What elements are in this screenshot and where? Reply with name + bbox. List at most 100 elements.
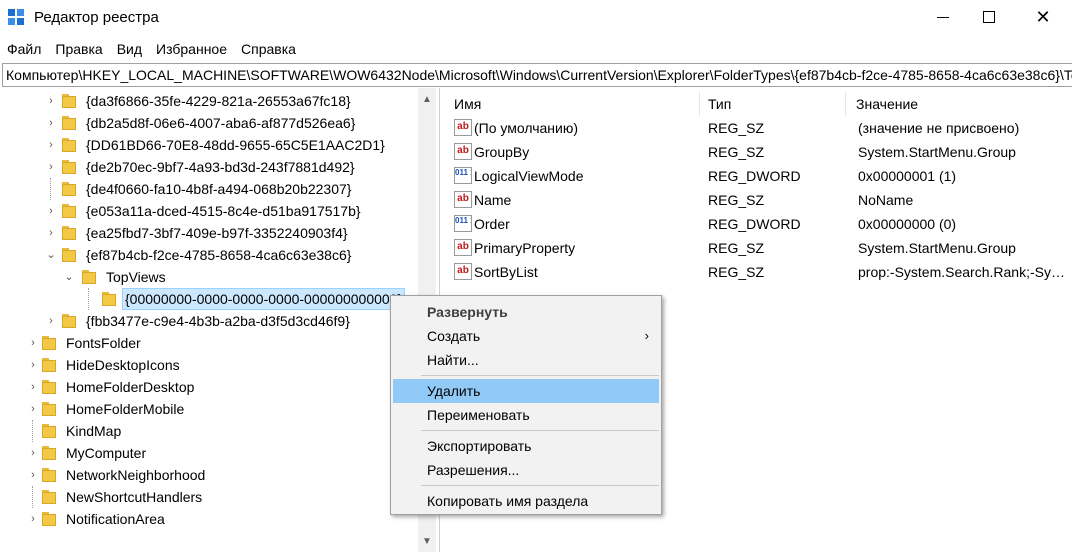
tree-item[interactable]: › {fbb3477e-c9e4-4b3b-a2ba-d3f5d3cd46f9}: [0, 310, 417, 332]
tree-item[interactable]: › NotificationArea: [0, 508, 417, 530]
tree-item-label: {fbb3477e-c9e4-4b3b-a2ba-d3f5d3cd46f9}: [86, 313, 350, 329]
string-value-icon: ab: [454, 191, 472, 208]
tree-item[interactable]: ⌄ {ef87b4cb-f2ce-4785-8658-4ca6c63e38c6}: [0, 244, 417, 266]
tree-item[interactable]: › {db2a5d8f-06e6-4007-aba6-af877d526ea6}: [0, 112, 417, 134]
scroll-down-icon[interactable]: ▼: [422, 536, 432, 547]
tree-item[interactable]: KindMap: [0, 420, 417, 442]
value-data: prop:-System.Search.Rank;-System.DateMod…: [858, 264, 1068, 280]
tree-item-label: KindMap: [66, 423, 122, 439]
value-data: 0x00000000 (0): [858, 216, 957, 232]
tree-item[interactable]: › HomeFolderMobile: [0, 398, 417, 420]
window-title: Редактор реестра: [34, 9, 159, 26]
tree-item[interactable]: {de4f0660-fa10-4b8f-a494-068b20b22307}: [0, 178, 417, 200]
submenu-arrow-icon: ›: [644, 328, 649, 343]
value-name: (По умолчанию): [474, 120, 579, 136]
tree-item[interactable]: › HideDesktopIcons: [0, 354, 417, 376]
minimize-button[interactable]: [920, 0, 966, 34]
context-menu-item[interactable]: Создать ›: [393, 324, 659, 348]
value-type: REG_DWORD: [708, 168, 801, 184]
tree-item[interactable]: NewShortcutHandlers: [0, 486, 417, 508]
menu-separator: [421, 375, 659, 376]
maximize-button[interactable]: [966, 0, 1012, 34]
chevron-down-icon[interactable]: ⌄: [44, 244, 58, 266]
registry-tree: › {da3f6866-35fe-4229-821a-26553a67fc18} ›…: [0, 88, 440, 552]
menu-view[interactable]: Вид: [110, 38, 149, 60]
chevron-right-icon[interactable]: ›: [44, 156, 58, 178]
string-value-icon: ab: [454, 143, 472, 160]
chevron-right-icon[interactable]: ›: [26, 354, 40, 376]
folder-icon: [62, 138, 76, 153]
tree-item-label: {DD61BD66-70E8-48dd-9655-65C5E1AAC2D1}: [86, 137, 385, 153]
dword-value-icon: 011 110: [454, 215, 472, 232]
chevron-right-icon[interactable]: ›: [44, 90, 58, 112]
tree-item[interactable]: › {DD61BD66-70E8-48dd-9655-65C5E1AAC2D1}: [0, 134, 417, 156]
column-header-name[interactable]: Имя: [446, 92, 700, 116]
folder-icon: [42, 512, 56, 527]
context-menu-item[interactable]: Разрешения...: [393, 458, 659, 482]
context-menu-item[interactable]: Найти...: [393, 348, 659, 372]
menu-file[interactable]: Файл: [0, 38, 48, 60]
context-menu-item-label: Удалить: [427, 383, 481, 399]
folder-icon: [102, 292, 116, 307]
value-row[interactable]: ab GroupBy REG_SZ System.StartMenu.Group: [446, 140, 1072, 164]
menu-separator: [421, 485, 659, 486]
chevron-down-icon[interactable]: ⌄: [62, 266, 76, 288]
tree-item-label: {da3f6866-35fe-4229-821a-26553a67fc18}: [86, 93, 351, 109]
chevron-right-icon[interactable]: ›: [26, 332, 40, 354]
close-icon: ✕: [1035, 6, 1051, 27]
tree-item-label: MyComputer: [66, 445, 147, 461]
tree-item[interactable]: › FontsFolder: [0, 332, 417, 354]
column-header-value[interactable]: Значение: [846, 92, 1072, 116]
chevron-right-icon[interactable]: ›: [26, 464, 40, 486]
context-menu-item[interactable]: Развернуть: [393, 300, 659, 324]
context-menu-item[interactable]: Удалить: [393, 379, 659, 403]
tree-item[interactable]: › {ea25fbd7-3bf7-409e-b97f-3352240903f4}: [0, 222, 417, 244]
value-row[interactable]: 011 110Order REG_DWORD 0x00000000 (0): [446, 212, 1072, 236]
tree-item[interactable]: › HomeFolderDesktop: [0, 376, 417, 398]
tree-item-label: HomeFolderMobile: [66, 401, 185, 417]
context-menu-item[interactable]: Переименовать: [393, 403, 659, 427]
tree-item[interactable]: › NetworkNeighborhood: [0, 464, 417, 486]
folder-icon: [82, 270, 96, 285]
tree-item[interactable]: {00000000-0000-0000-0000-000000000000}: [0, 288, 417, 310]
tree-item-label: HideDesktopIcons: [66, 357, 180, 373]
tree-item[interactable]: › {e053a11a-dced-4515-8c4e-d51ba917517b}: [0, 200, 417, 222]
context-menu-item[interactable]: Копировать имя раздела: [393, 489, 659, 513]
string-value-icon: ab: [454, 239, 472, 256]
chevron-right-icon[interactable]: ›: [26, 376, 40, 398]
value-type: REG_SZ: [708, 144, 765, 160]
menu-edit[interactable]: Правка: [48, 38, 109, 60]
tree-item-label: TopViews: [106, 269, 166, 285]
tree-item[interactable]: › {de2b70ec-9bf7-4a93-bd3d-243f7881d492}: [0, 156, 417, 178]
chevron-right-icon[interactable]: ›: [26, 508, 40, 530]
tree-item[interactable]: › MyComputer: [0, 442, 417, 464]
menu-favorites[interactable]: Избранное: [149, 38, 234, 60]
context-menu-item[interactable]: Экспортировать: [393, 434, 659, 458]
close-button[interactable]: ✕: [1020, 0, 1066, 34]
menu-help[interactable]: Справка: [234, 38, 303, 60]
chevron-right-icon[interactable]: ›: [26, 398, 40, 420]
value-row[interactable]: ab PrimaryProperty REG_SZ System.StartMenu.…: [446, 236, 1072, 260]
scroll-up-icon[interactable]: ▲: [422, 94, 432, 105]
tree-item-label: NetworkNeighborhood: [66, 467, 206, 483]
tree-item[interactable]: › {da3f6866-35fe-4229-821a-26553a67fc18}: [0, 90, 417, 112]
folder-icon: [62, 226, 76, 241]
context-menu-item-label: Разрешения...: [427, 462, 520, 478]
tree-item-label: {00000000-0000-0000-0000-000000000000}: [122, 288, 406, 310]
chevron-right-icon[interactable]: ›: [26, 442, 40, 464]
value-row[interactable]: 011 110LogicalViewMode REG_DWORD 0x0000000…: [446, 164, 1072, 188]
chevron-right-icon[interactable]: ›: [44, 200, 58, 222]
address-bar[interactable]: Компьютер\HKEY_LOCAL_MACHINE\SOFTWARE\WO…: [2, 63, 1072, 87]
chevron-right-icon[interactable]: ›: [44, 310, 58, 332]
tree-item-label: {e053a11a-dced-4515-8c4e-d51ba917517b}: [86, 203, 361, 219]
chevron-right-icon[interactable]: ›: [44, 112, 58, 134]
chevron-right-icon[interactable]: ›: [44, 134, 58, 156]
value-row[interactable]: ab (По умолчанию) REG_SZ (значение не присв…: [446, 116, 1072, 140]
maximize-icon: [983, 11, 995, 23]
column-header-type[interactable]: Тип: [700, 92, 846, 116]
tree-item[interactable]: ⌄ TopViews: [0, 266, 417, 288]
value-row[interactable]: ab Name REG_SZ NoName: [446, 188, 1072, 212]
chevron-right-icon[interactable]: ›: [44, 222, 58, 244]
value-row[interactable]: ab SortByList REG_SZ prop:-System.Search.Ra…: [446, 260, 1072, 284]
folder-icon: [62, 116, 76, 131]
